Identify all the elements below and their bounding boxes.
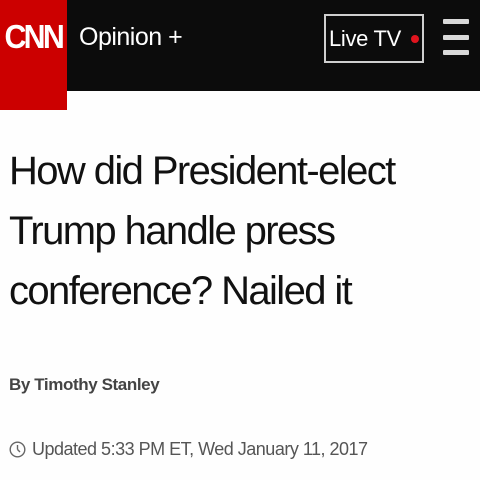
article-timestamp: Updated 5:33 PM ET, Wed January 11, 2017 [9,439,368,460]
top-navigation-bar: Live TV Opinion + [0,0,480,91]
timestamp-text: Updated 5:33 PM ET, Wed January 11, 2017 [32,439,368,459]
live-indicator-icon [411,34,420,43]
page: Live TV Opinion + CNN How did President-… [0,0,480,480]
cnn-logo-text: CNN [4,18,65,55]
live-tv-label: Live TV [328,25,402,51]
clock-icon [9,441,26,458]
article-byline[interactable]: By Timothy Stanley [9,375,160,395]
opinion-section-link[interactable]: Opinion + [79,22,183,52]
live-tv-button[interactable]: Live TV [324,14,424,63]
article-headline: How did President-elect Trump handle pre… [9,149,396,313]
cnn-logo[interactable]: CNN [0,0,67,110]
hamburger-menu-icon[interactable] [443,19,469,55]
